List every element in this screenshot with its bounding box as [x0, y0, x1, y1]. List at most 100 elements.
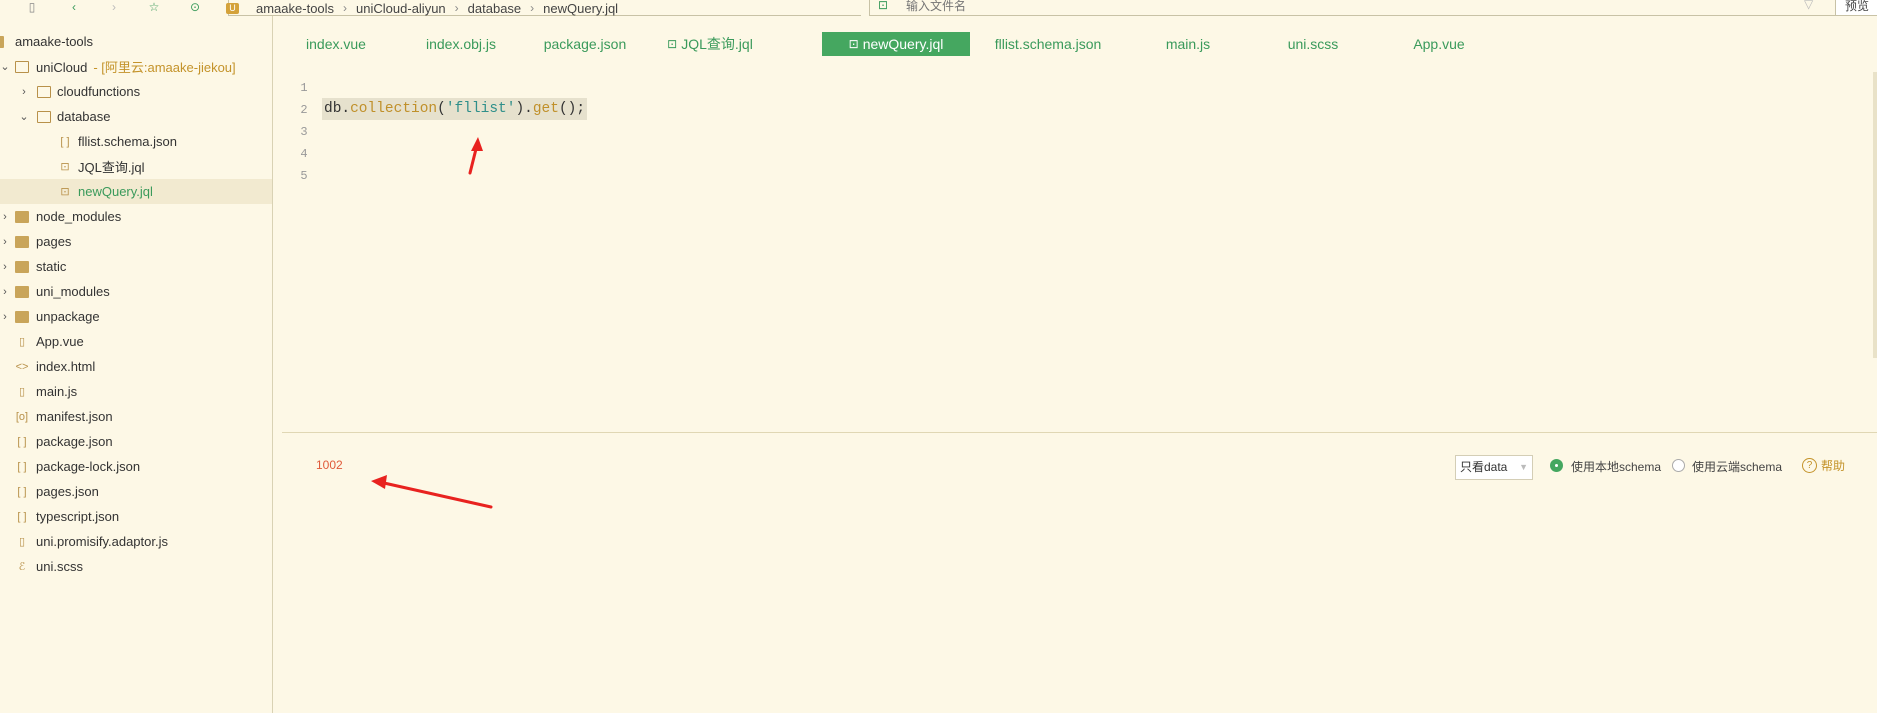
tree-item-pages-json[interactable]: [ ] pages.json — [0, 479, 272, 504]
tree-item-label: uni_modules — [36, 284, 110, 299]
chevron-down-icon[interactable]: ⌄ — [19, 110, 29, 123]
tree-item-pages[interactable]: › pages — [0, 229, 272, 254]
code-token-method: get — [532, 101, 559, 117]
tab-package-json[interactable]: package.json — [523, 32, 647, 56]
preview-button[interactable]: 预览 — [1835, 0, 1877, 16]
html-file-icon: <> — [15, 360, 29, 373]
json-file-icon: [ ] — [17, 460, 27, 473]
tree-item-manifest-json[interactable]: [o] manifest.json — [0, 404, 272, 429]
tree-item-label: pages.json — [36, 484, 99, 499]
tab-uni-scss[interactable]: uni.scss — [1250, 32, 1376, 56]
tree-item-package-json[interactable]: [ ] package.json — [0, 429, 272, 454]
chevron-right-icon[interactable]: › — [0, 286, 10, 298]
tree-item-uni-modules[interactable]: › uni_modules — [0, 279, 272, 304]
tree-item-app-vue[interactable]: ▯ App.vue — [0, 329, 272, 354]
line-number: 1 — [300, 81, 308, 95]
back-icon[interactable]: ‹ — [66, 0, 82, 14]
file-search-box: ⊡ ▽ — [869, 0, 1839, 16]
tree-item-static[interactable]: › static — [0, 254, 272, 279]
tree-item-label: static — [36, 259, 67, 274]
help-link[interactable]: ? 帮助 — [1802, 457, 1845, 474]
tree-item-unpackage[interactable]: › unpackage — [0, 304, 272, 329]
tab-label: main.js — [1165, 36, 1211, 52]
tab-index-vue[interactable]: index.vue — [273, 32, 399, 56]
code-token-punctuation: . — [341, 101, 351, 117]
tree-item-label: database — [57, 109, 111, 124]
view-mode-value: 只看data — [1460, 460, 1508, 474]
tree-item-cloudfunctions[interactable]: › cloudfunctions — [0, 79, 272, 104]
code-token-punctuation: (); — [558, 101, 586, 117]
result-panel-divider[interactable] — [282, 432, 1877, 433]
query-result-value: 1002 — [316, 458, 343, 472]
tree-item-label: uni.scss — [36, 559, 83, 574]
caret-down-icon: ▼ — [1519, 462, 1528, 472]
chevron-right-icon[interactable]: › — [0, 311, 10, 323]
filter-icon[interactable]: ▽ — [1804, 0, 1813, 11]
json-file-icon: [ ] — [60, 135, 70, 148]
editor-tabs: index.vue index.obj.js package.json ⊡ JQL… — [273, 32, 1877, 56]
tree-item-uni-scss[interactable]: ℰ uni.scss — [0, 554, 272, 579]
vue-file-icon: ▯ — [18, 335, 26, 348]
tree-item-node-modules[interactable]: › node_modules — [0, 204, 272, 229]
tree-item-label: node_modules — [36, 209, 122, 224]
view-mode-select[interactable]: 只看data ▼ — [1455, 455, 1533, 480]
jql-file-icon: ⊡ — [848, 37, 859, 51]
tab-app-vue[interactable]: App.vue — [1376, 32, 1502, 56]
tree-item-project-root[interactable]: amaake-tools — [0, 29, 272, 54]
tab-jql-query[interactable]: ⊡ JQL查询.jql — [647, 32, 773, 56]
run-icon[interactable]: ⊙ — [187, 0, 203, 14]
tree-item-newquery[interactable]: ⊡ newQuery.jql — [0, 179, 272, 204]
code-token-string: 'fllist' — [445, 101, 516, 117]
tree-item-label: newQuery.jql — [78, 184, 153, 199]
folder-icon — [15, 235, 29, 248]
tree-item-fllist-schema[interactable]: [ ] fllist.schema.json — [0, 129, 272, 154]
tab-newquery[interactable]: ⊡ newQuery.jql — [822, 32, 970, 56]
line-number: 4 — [300, 147, 308, 161]
editor-scrollbar[interactable] — [1873, 72, 1877, 358]
chevron-right-icon[interactable]: › — [0, 261, 10, 273]
tree-item-index-html[interactable]: <> index.html — [0, 354, 272, 379]
forward-icon[interactable]: › — [106, 0, 122, 14]
tree-item-main-js[interactable]: ▯ main.js — [0, 379, 272, 404]
tree-item-label: JQL查询.jql — [78, 160, 145, 175]
chevron-right-icon[interactable]: › — [0, 211, 10, 223]
tree-item-label: manifest.json — [36, 409, 113, 424]
code-editor[interactable]: 1 2 3 4 5 db.collection('fllist').get(); — [282, 72, 1872, 427]
breadcrumb-item[interactable]: database — [468, 1, 522, 16]
folder-icon — [15, 210, 29, 223]
tab-fllist-schema[interactable]: fllist.schema.json — [970, 32, 1126, 56]
tree-item-database[interactable]: ⌄ database — [0, 104, 272, 129]
file-icon[interactable]: ▯ — [24, 0, 40, 14]
radio-cloud-schema-label[interactable]: 使用云端schema — [1692, 458, 1782, 475]
tree-item-package-lock-json[interactable]: [ ] package-lock.json — [0, 454, 272, 479]
tree-item-jql-query[interactable]: ⊡ JQL查询.jql — [0, 154, 272, 179]
chevron-down-icon[interactable]: ⌄ — [0, 60, 10, 73]
tab-main-js[interactable]: main.js — [1126, 32, 1250, 56]
folder-icon — [15, 310, 29, 323]
file-search-input[interactable] — [906, 0, 1706, 14]
radio-cloud-schema[interactable] — [1672, 459, 1685, 472]
chevron-right-icon[interactable]: › — [19, 86, 29, 98]
tree-item-label: package.json — [36, 434, 113, 449]
tab-index-obj-js[interactable]: index.obj.js — [399, 32, 523, 56]
breadcrumb-item[interactable]: uniCloud-aliyun — [356, 1, 446, 16]
radio-local-schema[interactable] — [1550, 459, 1563, 472]
line-number: 2 — [300, 103, 308, 117]
tree-item-label: uniCloud — [36, 60, 88, 75]
tree-item-label: unpackage — [36, 309, 100, 324]
code-line-query[interactable]: db.collection('fllist').get(); — [322, 98, 588, 120]
tree-item-unicloud[interactable]: ⌄ uniCloud - [阿里云:amaake-jiekou] — [0, 54, 272, 79]
tree-item-uni-promisify[interactable]: ▯ uni.promisify.adaptor.js — [0, 529, 272, 554]
breadcrumb-item[interactable]: amaake-tools — [256, 1, 334, 16]
code-token-punctuation: ) — [515, 101, 525, 117]
folder-open-icon — [37, 110, 51, 123]
chevron-right-icon[interactable]: › — [0, 236, 10, 248]
tab-label: JQL查询.jql — [681, 36, 753, 52]
tree-item-label: pages — [36, 234, 72, 249]
tree-item-label: package-lock.json — [36, 459, 141, 474]
tab-label: uni.scss — [1287, 36, 1339, 52]
star-icon[interactable]: ☆ — [146, 0, 162, 14]
breadcrumb-item[interactable]: newQuery.jql — [543, 1, 618, 16]
radio-local-schema-label[interactable]: 使用本地schema — [1571, 458, 1661, 475]
tree-item-typescript-json[interactable]: [ ] typescript.json — [0, 504, 272, 529]
